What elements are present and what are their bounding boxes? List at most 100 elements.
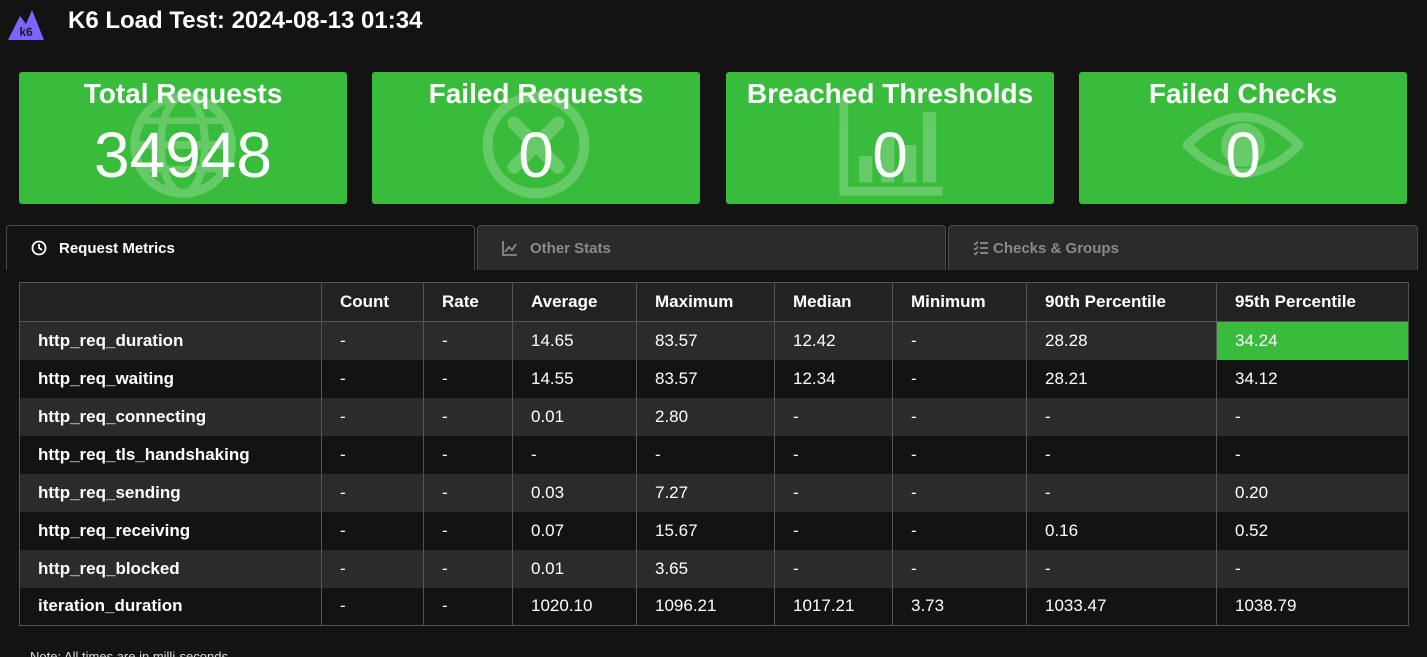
metric-value-cell: 14.65 xyxy=(512,321,637,360)
metric-value-cell: - xyxy=(892,359,1027,398)
card-title: Failed Checks xyxy=(1148,78,1338,109)
metric-value-cell: 12.42 xyxy=(774,321,893,360)
metric-value-cell: - xyxy=(892,511,1027,550)
card-value: 0 xyxy=(518,119,554,191)
metric-value-cell: - xyxy=(1216,435,1409,474)
metric-value-cell: - xyxy=(512,435,637,474)
card-breached-thresholds: Breached Thresholds 0 xyxy=(726,72,1054,204)
metric-value-cell: 0.01 xyxy=(512,549,637,588)
metric-name-cell: http_req_connecting xyxy=(19,397,322,436)
column-header: 90th Percentile xyxy=(1026,282,1217,322)
tab-checks-groups[interactable]: Checks & Groups xyxy=(948,225,1418,270)
metric-value-cell: - xyxy=(321,549,424,588)
metric-value-cell: 83.57 xyxy=(636,359,775,398)
tab-request-metrics[interactable]: Request Metrics xyxy=(6,225,475,270)
card-value: 34948 xyxy=(94,119,272,191)
metric-value-cell: 83.57 xyxy=(636,321,775,360)
metric-value-cell: 3.65 xyxy=(636,549,775,588)
metric-value-cell: 3.73 xyxy=(892,587,1027,626)
metric-value-cell: - xyxy=(1026,549,1217,588)
card-failed-checks: Failed Checks 0 xyxy=(1079,72,1407,204)
metric-name-cell: http_req_duration xyxy=(19,321,322,360)
metric-value-cell: - xyxy=(636,435,775,474)
metric-value-cell: 0.07 xyxy=(512,511,637,550)
metric-value-cell: - xyxy=(774,549,893,588)
metric-value-cell: - xyxy=(321,359,424,398)
header: k6 K6 Load Test: 2024-08-13 01:34 xyxy=(0,0,1427,48)
line-chart-icon xyxy=(502,241,517,256)
metric-value-cell: 12.34 xyxy=(774,359,893,398)
table-row: http_req_blocked - -0.01 3.65- - - - xyxy=(19,549,1409,588)
metric-value-cell: - xyxy=(321,397,424,436)
metric-value-cell: - xyxy=(423,435,513,474)
request-metrics-table: Count Rate Average Maximum Median Minimum 90th… xyxy=(19,282,1409,626)
table-row: http_req_duration - -14.65 83.57 12.42-28.28… xyxy=(19,321,1409,360)
page-title: K6 Load Test: 2024-08-13 01:34 xyxy=(68,7,423,34)
metric-value-cell: 0.01 xyxy=(512,397,637,436)
checklist-icon xyxy=(973,241,988,256)
metric-value-cell: - xyxy=(774,511,893,550)
metric-value-cell: - xyxy=(1026,473,1217,512)
table-row: http_req_receiving - -0.07 15.67- -0.16 0.52 xyxy=(19,511,1409,550)
table-row: http_req_connecting - -0.01 2.80- - - - xyxy=(19,397,1409,436)
metric-value-cell: 1096.21 xyxy=(636,587,775,626)
column-header: Count xyxy=(321,282,424,322)
card-value: 0 xyxy=(1225,119,1261,191)
metric-value-cell: 0.20 xyxy=(1216,473,1409,512)
column-header xyxy=(19,282,322,322)
metric-value-cell: 1033.47 xyxy=(1026,587,1217,626)
metric-value-cell: - xyxy=(892,397,1027,436)
metric-value-cell: 34.24 xyxy=(1216,321,1409,360)
metric-value-cell: - xyxy=(1026,397,1217,436)
table-row: iteration_duration - -1020.10 1096.21 1017.2… xyxy=(19,587,1409,626)
metric-name-cell: http_req_sending xyxy=(19,473,322,512)
metric-name-cell: http_req_tls_handshaking xyxy=(19,435,322,474)
metric-value-cell: - xyxy=(892,473,1027,512)
metric-value-cell: 1038.79 xyxy=(1216,587,1409,626)
metric-value-cell: - xyxy=(423,587,513,626)
metrics-table-container: Count Rate Average Maximum Median Minimum 90th… xyxy=(19,282,1409,626)
metric-value-cell: 7.27 xyxy=(636,473,775,512)
metric-value-cell: - xyxy=(1216,549,1409,588)
metric-value-cell: - xyxy=(321,587,424,626)
k6-logo: k6 xyxy=(8,10,44,40)
metric-value-cell: - xyxy=(892,321,1027,360)
metric-value-cell: - xyxy=(1026,435,1217,474)
metric-value-cell: - xyxy=(774,397,893,436)
metric-value-cell: - xyxy=(321,511,424,550)
column-header: Minimum xyxy=(892,282,1027,322)
summary-cards: Total Requests 34948 Failed Requests 0 B… xyxy=(19,72,1407,204)
metric-value-cell: - xyxy=(1216,397,1409,436)
metric-name-cell: http_req_receiving xyxy=(19,511,322,550)
card-total-requests: Total Requests 34948 xyxy=(19,72,347,204)
metric-name-cell: http_req_waiting xyxy=(19,359,322,398)
metric-value-cell: 0.03 xyxy=(512,473,637,512)
table-header-row: Count Rate Average Maximum Median Minimum 90th… xyxy=(19,282,1409,322)
metric-value-cell: 1020.10 xyxy=(512,587,637,626)
column-header: Median xyxy=(774,282,893,322)
card-title: Total Requests xyxy=(83,78,283,109)
metric-value-cell: - xyxy=(321,321,424,360)
tab-label: Request Metrics xyxy=(59,239,175,257)
metric-value-cell: - xyxy=(892,435,1027,474)
card-failed-requests: Failed Requests 0 xyxy=(372,72,700,204)
metric-value-cell: 34.12 xyxy=(1216,359,1409,398)
logo-text: k6 xyxy=(19,25,33,39)
metric-name-cell: http_req_blocked xyxy=(19,549,322,588)
metric-name-cell: iteration_duration xyxy=(19,587,322,626)
tab-other-stats[interactable]: Other Stats xyxy=(477,225,946,270)
metric-value-cell: - xyxy=(423,397,513,436)
metric-value-cell: 28.21 xyxy=(1026,359,1217,398)
footnote: Note: All times are in milli-seconds xyxy=(30,649,228,657)
tab-bar: Request Metrics Other Stats Checks & Gro… xyxy=(6,225,1418,270)
table-row: http_req_tls_handshaking - - - - - - - - xyxy=(19,435,1409,474)
column-header: 95th Percentile xyxy=(1216,282,1409,322)
metric-value-cell: - xyxy=(423,549,513,588)
clock-icon xyxy=(31,240,47,256)
card-title: Failed Requests xyxy=(428,78,644,109)
metric-value-cell: - xyxy=(774,435,893,474)
metric-value-cell: - xyxy=(774,473,893,512)
metric-value-cell: 0.16 xyxy=(1026,511,1217,550)
metric-value-cell: - xyxy=(423,511,513,550)
card-value: 0 xyxy=(872,119,908,191)
